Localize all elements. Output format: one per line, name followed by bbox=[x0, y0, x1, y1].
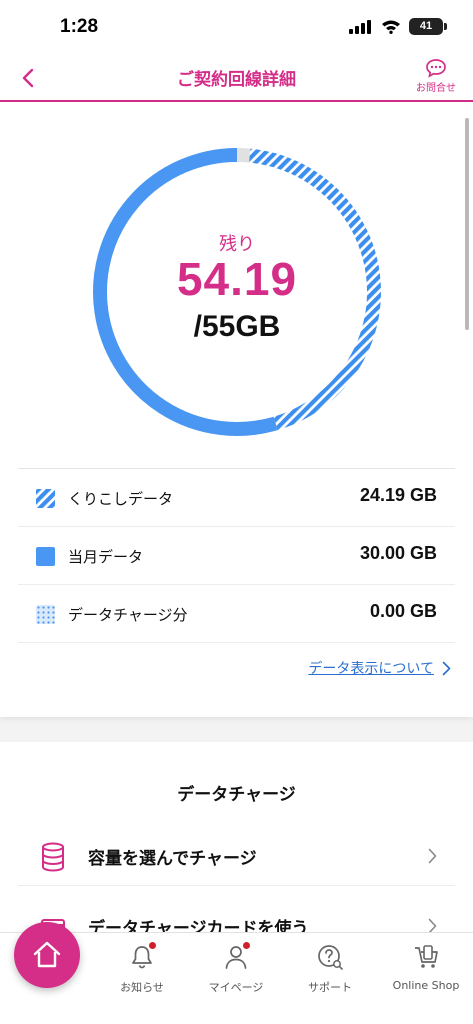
legend-row-monthly: 当月データ 30.00 GB bbox=[18, 527, 455, 585]
contact-label: お問合せ bbox=[416, 83, 456, 94]
legend-row-charge: データチャージ分 0.00 GB bbox=[18, 585, 455, 643]
chevron-left-icon bbox=[22, 68, 34, 88]
legend-amount: 0.00 GB bbox=[369, 601, 437, 621]
database-icon bbox=[42, 842, 64, 872]
remaining-value: 54.19 bbox=[176, 253, 298, 305]
contact-button[interactable]: お問合せ bbox=[409, 58, 463, 100]
total-value: /55GB bbox=[193, 310, 281, 343]
back-button[interactable] bbox=[12, 62, 44, 94]
battery-level: 41 bbox=[419, 20, 433, 32]
charge-item-label: 容量を選んでチャージ bbox=[88, 849, 257, 869]
home-button[interactable] bbox=[14, 922, 80, 988]
legend-label: 当月データ bbox=[68, 548, 144, 566]
status-icons: 41 bbox=[349, 18, 447, 35]
chat-bubble-icon bbox=[426, 59, 446, 78]
home-icon bbox=[33, 941, 61, 968]
dot-swatch-icon bbox=[36, 605, 55, 624]
notification-badge bbox=[243, 942, 250, 949]
nav-label: マイページ bbox=[208, 981, 264, 994]
nav-item-support[interactable]: サポート bbox=[298, 933, 362, 1005]
data-legend: くりこしデータ 24.19 GB 当月データ 30.00 GB データチャージ分… bbox=[18, 468, 455, 643]
signal-icon bbox=[349, 19, 371, 34]
person-icon bbox=[222, 942, 250, 971]
status-time: 1:28 bbox=[60, 16, 99, 37]
legend-row-carryover: くりこしデータ 24.19 GB bbox=[18, 469, 455, 527]
data-usage-card: 残り 54.19 /55GB くりこしデータ 24.19 GB 当月データ 30… bbox=[0, 102, 473, 717]
nav-item-notifications[interactable]: お知らせ bbox=[110, 933, 174, 1005]
data-display-info-link[interactable]: データ表示について bbox=[308, 658, 451, 678]
chevron-right-icon bbox=[442, 661, 451, 675]
donut-center-summary: 残り 54.19 /55GB bbox=[91, 146, 383, 438]
nav-label: サポート bbox=[308, 981, 352, 994]
nav-label: お知らせ bbox=[120, 981, 164, 994]
nav-label: Online Shop bbox=[392, 979, 460, 992]
nav-item-mypage[interactable]: マイページ bbox=[200, 933, 272, 1005]
legend-label: くりこしデータ bbox=[68, 490, 174, 508]
nav-item-online-shop[interactable]: Online Shop bbox=[386, 933, 466, 1005]
solid-swatch-icon bbox=[36, 547, 55, 566]
header: ご契約回線詳細 お問合せ bbox=[0, 54, 473, 102]
legend-label: データチャージ分 bbox=[68, 606, 188, 624]
battery-icon: 41 bbox=[409, 18, 447, 35]
legend-amount: 24.19 GB bbox=[359, 485, 437, 505]
wifi-icon bbox=[382, 20, 400, 34]
bell-icon bbox=[128, 942, 156, 971]
status-bar: 1:28 41 bbox=[0, 0, 473, 54]
section-title: データチャージ bbox=[177, 785, 296, 805]
legend-amount: 30.00 GB bbox=[359, 543, 437, 563]
scroll-indicator[interactable] bbox=[465, 118, 469, 330]
data-display-info-label: データ表示について bbox=[308, 661, 434, 677]
shop-icon bbox=[412, 943, 440, 971]
notification-badge bbox=[149, 942, 156, 949]
charge-by-capacity-item[interactable]: 容量を選んでチャージ bbox=[18, 828, 455, 886]
page-title: ご契約回線詳細 bbox=[177, 70, 296, 90]
chevron-right-icon bbox=[428, 848, 437, 864]
stripe-swatch-icon bbox=[36, 489, 55, 508]
support-icon bbox=[316, 943, 344, 971]
